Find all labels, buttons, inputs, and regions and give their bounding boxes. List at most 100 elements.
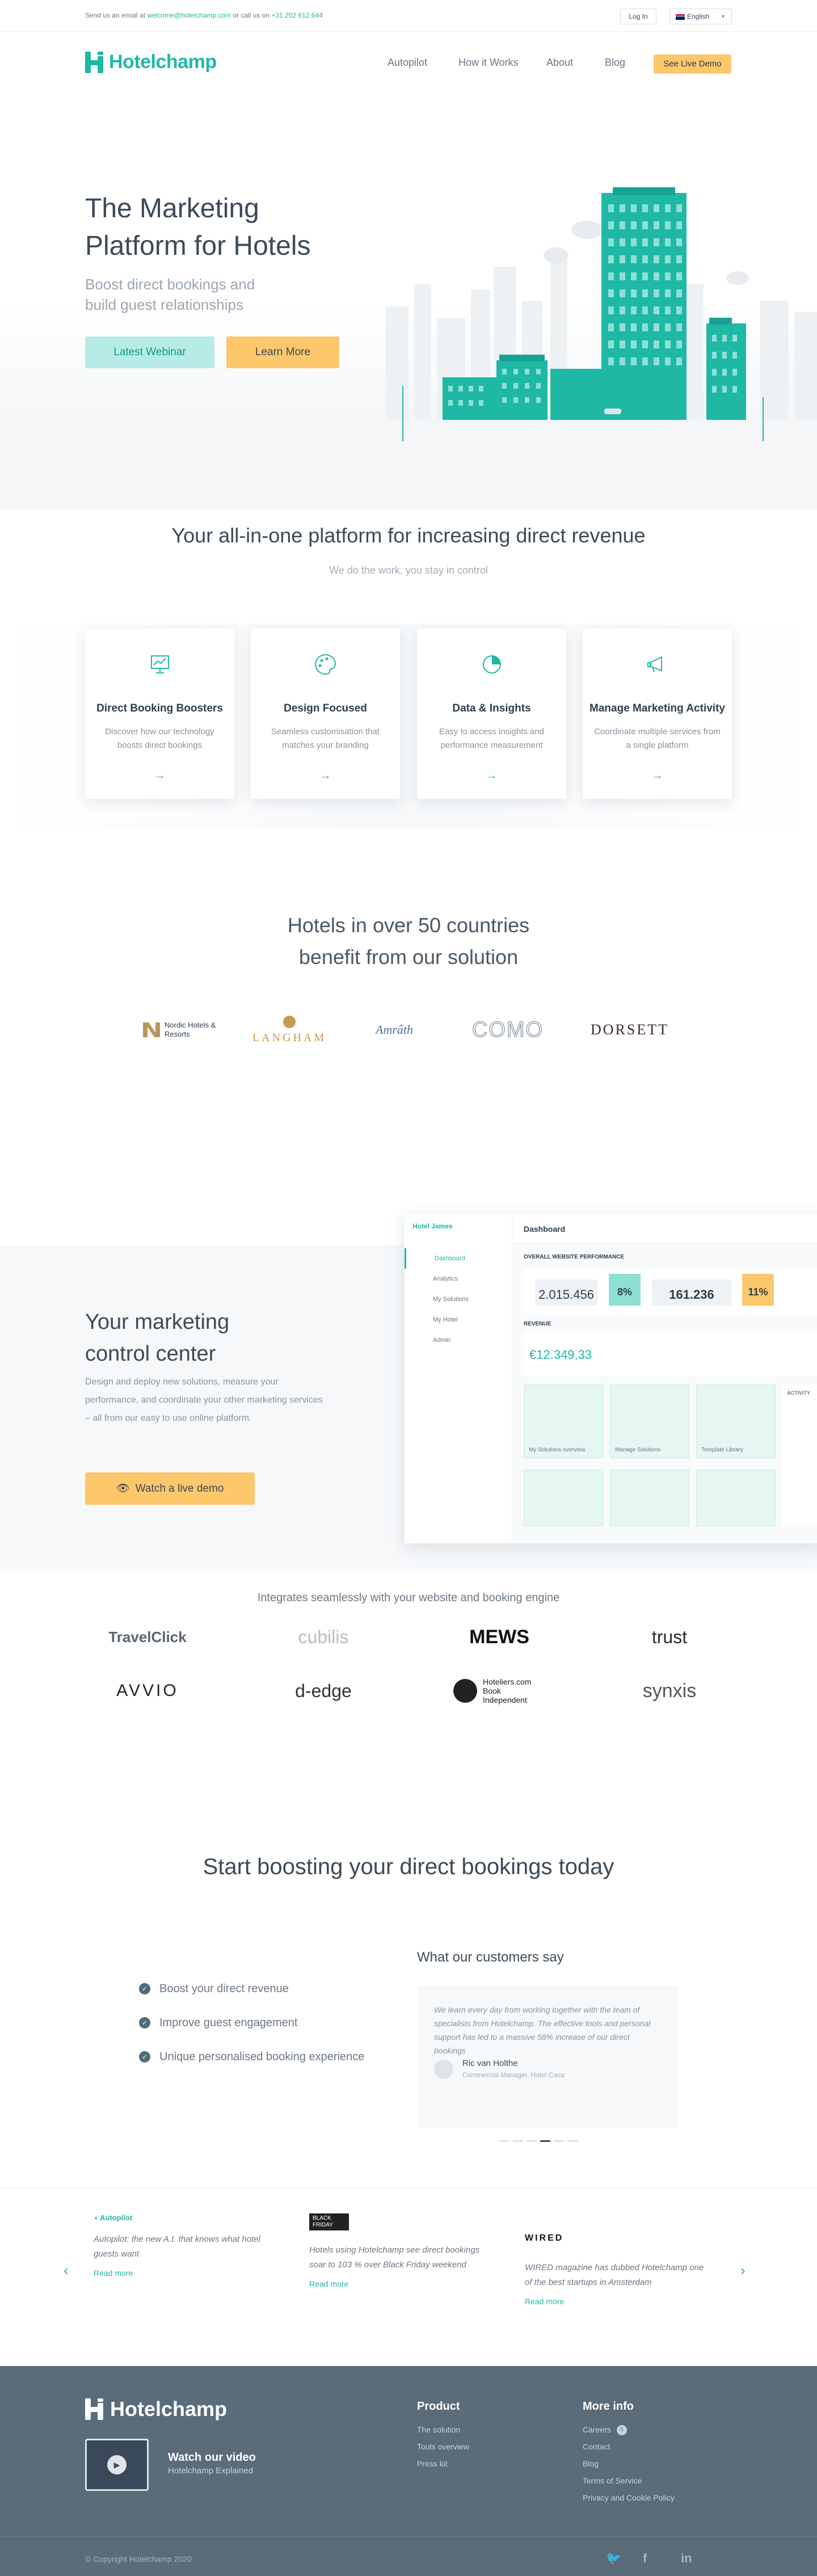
testimonial-quote: We learn every day from working together… <box>434 2005 651 2055</box>
see-live-demo-button[interactable]: See Live Demo <box>654 54 731 74</box>
benefit-text: Boost your direct revenue <box>159 1982 289 1995</box>
learn-more-button[interactable]: Learn More <box>226 336 339 368</box>
footer-link[interactable]: The solution <box>417 2421 469 2438</box>
como-logo: COMO <box>460 999 556 1061</box>
dashboard-main: Dashboard OVERALL WEBSITE PERFORMANCE 2.… <box>512 1214 817 1543</box>
carousel-dot-active[interactable] <box>540 2140 550 2142</box>
carousel-dot[interactable] <box>567 2140 578 2142</box>
hotelchamp-logo-icon <box>85 2398 103 2420</box>
footer-link[interactable]: Privacy and Cookie Policy <box>583 2489 675 2506</box>
video-title[interactable]: Watch our video <box>168 2451 256 2464</box>
integrations-title: Integrates seamlessly with your website … <box>257 1592 560 1604</box>
brand-logo[interactable]: Hotelchamp <box>85 51 217 73</box>
footer-link[interactable]: Blog <box>583 2455 675 2472</box>
d-edge-logo: d-edge <box>261 1674 386 1708</box>
hero-title-line2: Platform for Hotels <box>85 231 311 261</box>
check-icon: ✓ <box>139 1983 150 1994</box>
language-label: English <box>687 12 710 20</box>
carousel-dot[interactable] <box>513 2140 523 2142</box>
dorsett-logo: DORSETT <box>579 999 681 1061</box>
revenue-label: REVENUE <box>524 1321 551 1327</box>
testimonial-heading: What our customers say <box>417 1950 564 1965</box>
video-thumbnail[interactable]: ▶ <box>85 2439 149 2491</box>
press-text: Autopilot: the new A.I. that knows what … <box>94 2234 260 2259</box>
twitter-icon[interactable]: 🐦 <box>606 2551 621 2566</box>
card-data-insights[interactable]: Data & Insights Easy to access insights … <box>417 629 566 799</box>
arrow-right-icon[interactable]: → <box>486 769 498 782</box>
revenue-panel: €12.349,33 <box>524 1331 817 1376</box>
amrath-logo: Amrâth <box>363 999 426 1061</box>
video-subtitle: Hotelchamp Explained <box>168 2466 254 2476</box>
careers-label: Careers <box>583 2425 611 2434</box>
login-button[interactable]: Log In <box>620 9 656 24</box>
footer-link[interactable]: Tools overview <box>417 2438 469 2455</box>
email-link[interactable]: welcome@hotelchamp.com <box>147 11 231 19</box>
watch-live-demo-button[interactable]: 👁 Watch a live demo <box>85 1472 255 1505</box>
chevron-down-icon: ▼ <box>721 14 726 19</box>
travelclick-logo: TravelClick <box>85 1620 210 1654</box>
language-select[interactable]: English ▼ <box>669 9 732 24</box>
card-design-focused[interactable]: Design Focused Seamless customisation th… <box>251 629 400 799</box>
nordic-hotels-logo: Nordic Hotels & Resorts <box>139 999 224 1061</box>
footer-brand-logo[interactable]: Hotelchamp <box>85 2397 227 2421</box>
arrow-right-icon[interactable]: → <box>154 769 166 782</box>
d-edge-text: d-edge <box>295 1680 352 1701</box>
latest-webinar-button[interactable]: Latest Webinar <box>85 336 214 368</box>
footer-link[interactable]: Press kit <box>417 2455 469 2472</box>
footer-link[interactable]: Terms of Service <box>583 2472 675 2489</box>
card-text: Coordinate multiple services from a sing… <box>594 727 721 750</box>
trust-logo: trust <box>607 1620 732 1654</box>
nav-link-blog[interactable]: Blog <box>605 57 625 69</box>
avvio-logo: AVVIO <box>85 1674 210 1708</box>
facebook-icon[interactable]: f <box>643 2551 647 2566</box>
page: Send us an email at welcome@hotelchamp.c… <box>0 0 817 2576</box>
read-more-link[interactable]: Read more <box>525 2297 706 2306</box>
footer-brand-name: Hotelchamp <box>110 2397 228 2421</box>
card-title: Design Focused <box>284 702 367 714</box>
feature-cards: Direct Booking Boosters Discover how our… <box>85 629 732 799</box>
careers-count-badge: 5 <box>616 2425 627 2436</box>
hero-title: The Marketing Platform for Hotels <box>85 190 369 265</box>
avatar <box>434 2060 453 2079</box>
stat-value: 11% <box>742 1274 774 1306</box>
footer-link-careers[interactable]: Careers 5 <box>583 2421 675 2438</box>
press-item: BLACK FRIDAY Hotels using Hotelchamp see… <box>309 2213 491 2288</box>
phone-link[interactable]: +31 202 612 644 <box>271 11 322 19</box>
nav-link-autopilot[interactable]: Autopilot <box>388 57 427 69</box>
benefit-item: ✓ Boost your direct revenue <box>139 1980 289 1997</box>
read-more-link[interactable]: Read more <box>309 2279 491 2288</box>
dashboard-sidebar: Hotel James Dashboard Analytics My Solut… <box>405 1214 512 1543</box>
play-icon: ▶ <box>107 2455 127 2474</box>
tile-label: Template Library <box>701 1447 743 1453</box>
linkedin-icon[interactable]: in <box>681 2551 692 2566</box>
arrow-right-icon[interactable]: → <box>320 769 331 782</box>
dash-menu-item: Dashboard <box>405 1248 512 1269</box>
black-friday-logo: BLACK FRIDAY <box>309 2213 349 2230</box>
hero-subtitle: Boost direct bookings and build guest re… <box>85 274 289 315</box>
nav-link-how-it-works[interactable]: How it Works <box>458 57 519 69</box>
tile: Template Library <box>696 1384 776 1458</box>
carousel-dot[interactable] <box>554 2140 564 2142</box>
city-illustration <box>386 187 817 443</box>
dashboard-title: Dashboard <box>524 1224 566 1234</box>
card-text: Seamless customisation that matches your… <box>271 727 380 750</box>
palette-icon <box>314 654 336 675</box>
card-direct-booking-boosters[interactable]: Direct Booking Boosters Discover how our… <box>85 629 234 799</box>
footer-link[interactable]: Contact <box>583 2438 675 2455</box>
carousel-dot[interactable] <box>527 2140 537 2142</box>
autopilot-logo: ◖ Autopilot <box>94 2213 275 2222</box>
amrath-text: Amrâth <box>376 1022 413 1037</box>
tile-placeholder <box>524 1470 603 1526</box>
arrow-right-icon[interactable]: → <box>652 769 663 782</box>
benefit-item: ✓ Unique personalised booking experience <box>139 2048 364 2065</box>
hoteliers-text: Hoteliers.com Book Independent <box>483 1677 532 1704</box>
langham-text: LANGHAM <box>252 1031 327 1044</box>
carousel-dot[interactable] <box>499 2140 509 2142</box>
tile-label: My Solutions overview <box>529 1447 586 1453</box>
dash-menu-item: My Solutions <box>433 1296 469 1303</box>
read-more-link[interactable]: Read more <box>94 2268 275 2278</box>
chevron-right-icon[interactable]: › <box>740 2262 746 2279</box>
nav-link-about[interactable]: About <box>546 57 573 69</box>
card-manage-marketing[interactable]: Manage Marketing Activity Coordinate mul… <box>583 629 732 799</box>
chevron-left-icon[interactable]: ‹ <box>64 2262 69 2279</box>
